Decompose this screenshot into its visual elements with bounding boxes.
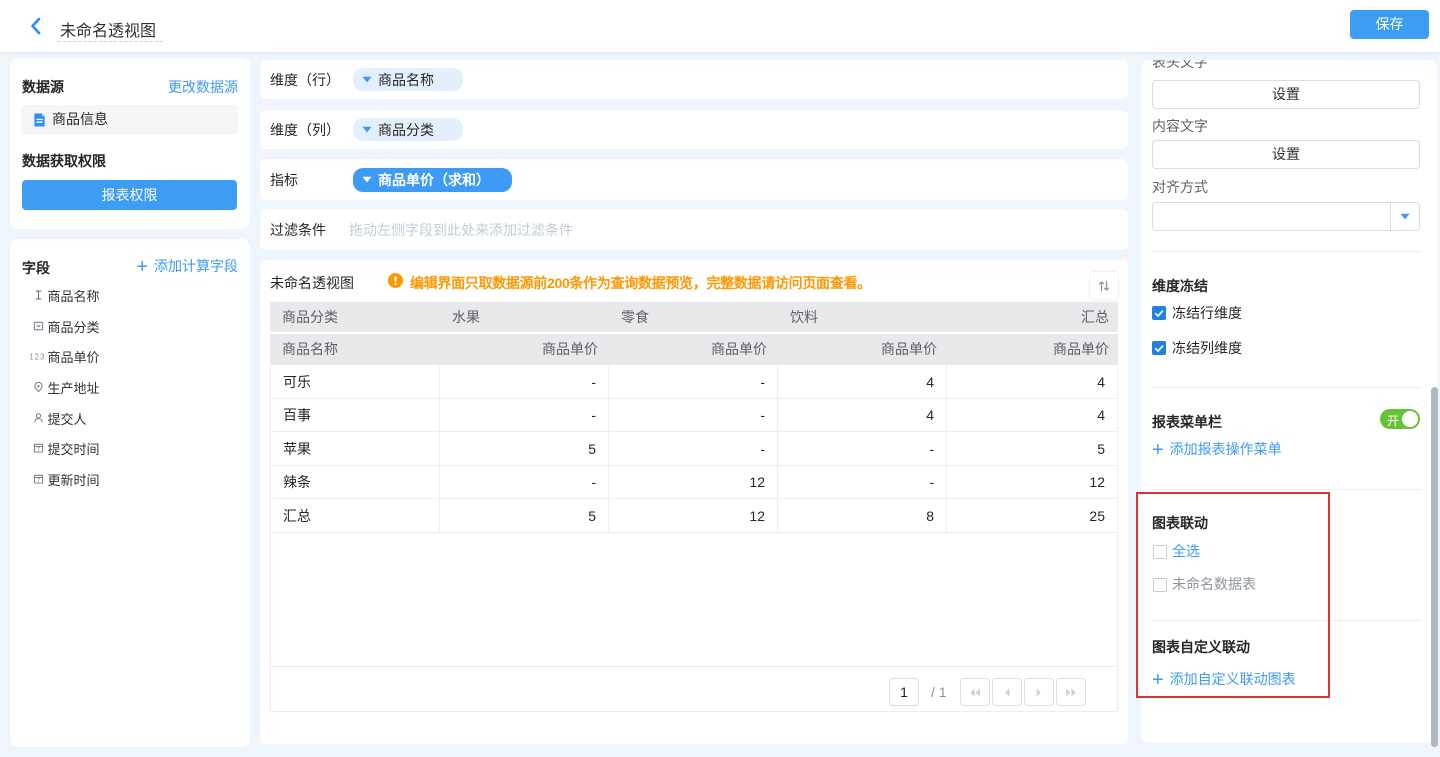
svg-text:7: 7 (37, 447, 40, 453)
svg-text:123: 123 (29, 353, 45, 362)
svg-text:7: 7 (37, 478, 40, 484)
